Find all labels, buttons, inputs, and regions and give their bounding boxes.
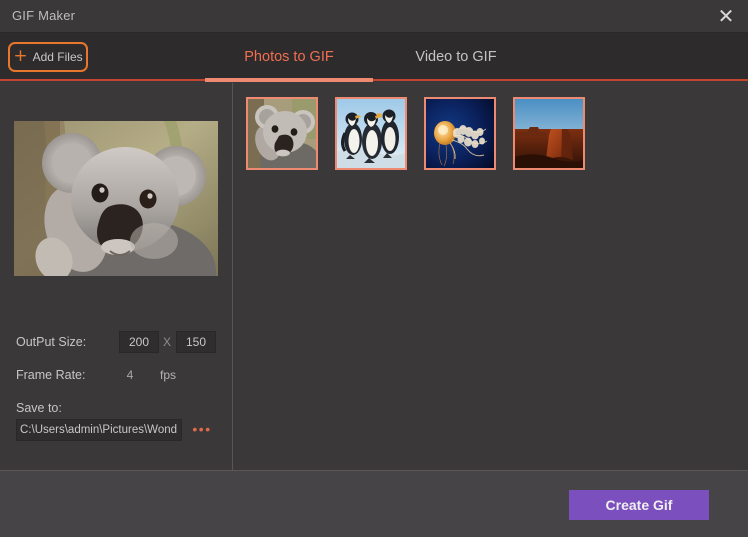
desert-butte-thumbnail-image xyxy=(515,99,583,168)
preview-image xyxy=(14,121,218,276)
penguins-thumbnail[interactable] xyxy=(335,97,407,170)
active-tab-underline xyxy=(205,78,373,82)
desert-butte-thumbnail[interactable] xyxy=(513,97,585,170)
save-to-row: Save to: xyxy=(0,395,232,421)
titlebar: GIF Maker ✕ xyxy=(0,0,748,33)
add-files-button[interactable]: + Add Files xyxy=(8,42,88,72)
tab-photos-to-gif[interactable]: Photos to GIF xyxy=(205,33,373,81)
plus-icon: + xyxy=(13,46,28,66)
tab-video-to-gif[interactable]: Video to GIF xyxy=(386,33,526,81)
thumbnail-strip xyxy=(233,83,748,470)
save-path-input[interactable]: C:\Users\admin\Pictures\Wond xyxy=(16,419,182,441)
koala-preview-illustration xyxy=(14,121,218,276)
frame-rate-input[interactable]: 4 xyxy=(115,362,145,388)
output-size-label: OutPut Size: xyxy=(16,335,87,349)
jellyfish-thumbnail[interactable] xyxy=(424,97,496,170)
gif-maker-window: GIF Maker ✕ + Add Files Photos to GIF Vi… xyxy=(0,0,748,537)
browse-folder-button[interactable]: ••• xyxy=(190,419,214,441)
footer-bar: Create Gif xyxy=(0,470,748,537)
jellyfish-thumbnail-image xyxy=(426,99,494,168)
save-to-label: Save to: xyxy=(16,401,62,415)
toolbar-rule xyxy=(0,79,748,81)
create-gif-button[interactable]: Create Gif xyxy=(569,490,709,520)
output-size-row: OutPut Size: 200 X 150 xyxy=(0,329,232,355)
add-files-label: Add Files xyxy=(32,50,83,64)
close-icon[interactable]: ✕ xyxy=(710,2,742,31)
frame-rate-label: Frame Rate: xyxy=(16,368,86,382)
size-separator: X xyxy=(163,335,172,349)
toolbar: + Add Files Photos to GIF Video to GIF xyxy=(0,33,748,81)
koala-thumbnail-image xyxy=(248,99,316,168)
koala-thumbnail[interactable] xyxy=(246,97,318,170)
frame-rate-row: Frame Rate: 4 fps xyxy=(0,362,232,388)
output-width-input[interactable]: 200 xyxy=(119,331,159,353)
penguins-thumbnail-image xyxy=(337,99,405,168)
left-panel: OutPut Size: 200 X 150 Frame Rate: 4 fps… xyxy=(0,83,232,470)
frame-rate-unit: fps xyxy=(160,368,177,382)
output-height-input[interactable]: 150 xyxy=(176,331,216,353)
window-title: GIF Maker xyxy=(12,8,76,23)
